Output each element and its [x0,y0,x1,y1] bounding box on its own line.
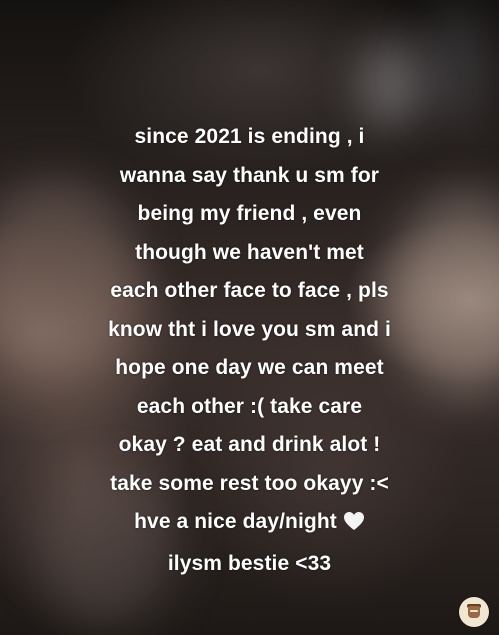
caption-line: know tht i love you sm and i [108,317,391,341]
caption-line: ilysm bestie <33 [167,551,332,575]
coffee-cup-icon [459,597,489,627]
caption-line: hve a nice day/night [134,510,337,533]
caption-line: each other :( take care [136,394,363,418]
caption-line: being my friend , even [137,202,362,225]
caption-line: take some rest too okayy :< [110,471,389,495]
story-caption: since 2021 is ending , i wanna say thank… [0,118,499,583]
caption-line: though we haven't met [135,240,364,264]
caption-line: since 2021 is ending , i [134,125,365,148]
background-blur [360,40,420,130]
caption-line-with-heart: hve a nice day/night [0,503,499,545]
background-blur [420,10,490,130]
white-heart-icon [343,506,365,545]
caption-line: each other face to face , pls [110,279,389,302]
caption-line: okay ? eat and drink alot ! [118,433,381,456]
story-frame: since 2021 is ending , i wanna say thank… [0,0,499,635]
caption-line: hope one day we can meet [115,356,384,379]
caption-line: wanna say thank u sm for [119,163,380,187]
